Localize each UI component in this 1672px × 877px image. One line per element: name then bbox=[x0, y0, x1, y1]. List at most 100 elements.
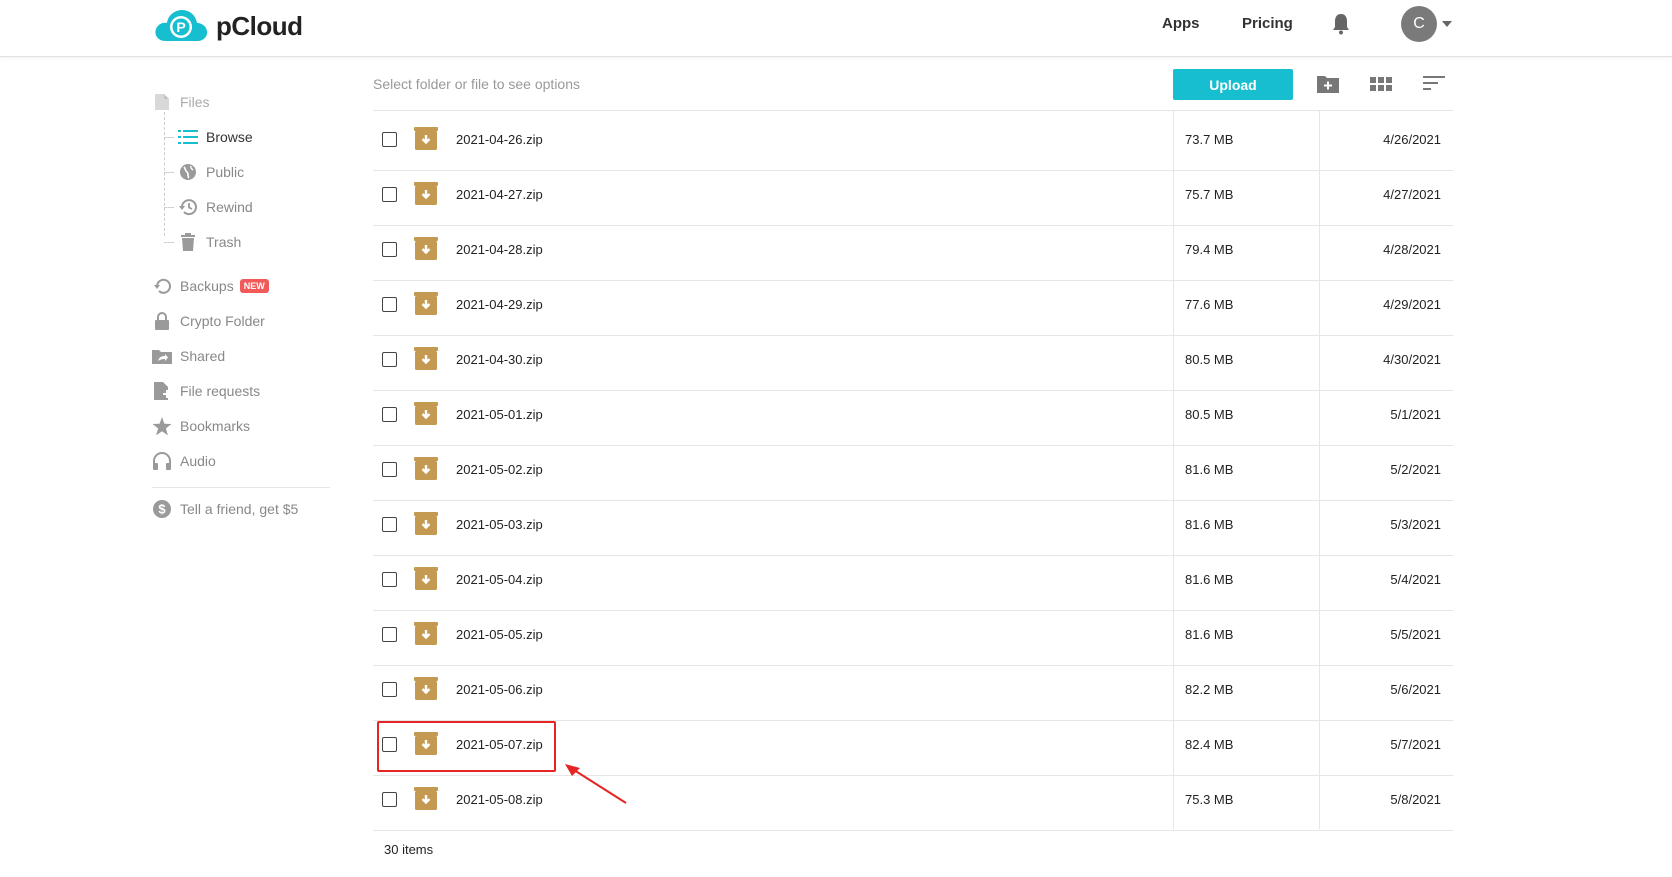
items-count: 30 items bbox=[384, 842, 434, 857]
file-size: 82.2 MB bbox=[1185, 682, 1234, 697]
row-checkbox[interactable] bbox=[382, 572, 397, 587]
svg-text:$: $ bbox=[158, 502, 166, 517]
brand-name: pCloud bbox=[216, 10, 303, 41]
file-size: 77.6 MB bbox=[1185, 297, 1234, 312]
file-date: 5/5/2021 bbox=[1390, 627, 1441, 642]
file-name[interactable]: 2021-05-02.zip bbox=[456, 462, 543, 477]
table-row[interactable]: 2021-04-27.zip 75.7 MB 4/27/2021 bbox=[373, 170, 1453, 226]
row-checkbox[interactable] bbox=[382, 792, 397, 807]
file-name[interactable]: 2021-05-01.zip bbox=[456, 407, 543, 422]
file-size: 82.4 MB bbox=[1185, 737, 1234, 752]
row-checkbox[interactable] bbox=[382, 682, 397, 697]
table-row[interactable]: 2021-04-30.zip 80.5 MB 4/30/2021 bbox=[373, 335, 1453, 391]
file-name[interactable]: 2021-04-28.zip bbox=[456, 242, 543, 257]
column-divider bbox=[1173, 110, 1174, 829]
row-checkbox[interactable] bbox=[382, 462, 397, 477]
row-checkbox[interactable] bbox=[382, 517, 397, 532]
sidebar-item-crypto-folder[interactable]: Crypto Folder bbox=[152, 311, 265, 331]
pcloud-logo[interactable]: P pCloud bbox=[152, 6, 303, 46]
row-checkbox[interactable] bbox=[382, 132, 397, 147]
file-name[interactable]: 2021-05-05.zip bbox=[456, 627, 543, 642]
file-date: 5/2/2021 bbox=[1390, 462, 1441, 477]
archive-icon bbox=[414, 622, 438, 645]
file-date: 4/30/2021 bbox=[1383, 352, 1441, 367]
file-size: 80.5 MB bbox=[1185, 407, 1234, 422]
sidebar-item-public[interactable]: Public bbox=[178, 162, 244, 182]
tree-branch bbox=[164, 242, 174, 243]
sidebar-item-audio[interactable]: Audio bbox=[152, 451, 216, 471]
row-checkbox[interactable] bbox=[382, 352, 397, 367]
bell-icon[interactable] bbox=[1329, 12, 1353, 36]
archive-icon bbox=[414, 457, 438, 480]
rewind-icon bbox=[178, 197, 198, 217]
sidebar-item-files[interactable]: Files bbox=[152, 92, 210, 112]
lock-icon bbox=[152, 311, 172, 331]
sidebar-item-label: Bookmarks bbox=[180, 418, 251, 434]
table-row[interactable]: 2021-04-28.zip 79.4 MB 4/28/2021 bbox=[373, 225, 1453, 281]
sidebar-item-backups[interactable]: Backups NEW bbox=[152, 276, 269, 296]
tree-line bbox=[164, 112, 166, 236]
table-row[interactable]: 2021-05-01.zip 80.5 MB 5/1/2021 bbox=[373, 390, 1453, 446]
file-size: 81.6 MB bbox=[1185, 572, 1234, 587]
grid-view-icon[interactable] bbox=[1369, 72, 1393, 96]
file-icon bbox=[152, 92, 172, 112]
chevron-down-icon[interactable] bbox=[1442, 21, 1452, 27]
file-date: 4/27/2021 bbox=[1383, 187, 1441, 202]
tree-branch bbox=[164, 172, 174, 173]
table-row[interactable]: 2021-05-02.zip 81.6 MB 5/2/2021 bbox=[373, 445, 1453, 501]
table-row[interactable]: 2021-04-29.zip 77.6 MB 4/29/2021 bbox=[373, 280, 1453, 336]
row-checkbox[interactable] bbox=[382, 627, 397, 642]
file-name[interactable]: 2021-04-30.zip bbox=[456, 352, 543, 367]
nav-pricing[interactable]: Pricing bbox=[1242, 15, 1293, 32]
file-size: 81.6 MB bbox=[1185, 462, 1234, 477]
archive-icon bbox=[414, 402, 438, 425]
file-date: 5/4/2021 bbox=[1390, 572, 1441, 587]
sidebar-item-browse[interactable]: Browse bbox=[178, 127, 253, 147]
sidebar-item-label: File requests bbox=[180, 383, 261, 399]
row-checkbox[interactable] bbox=[382, 297, 397, 312]
file-name[interactable]: 2021-04-27.zip bbox=[456, 187, 543, 202]
sidebar-item-label: Files bbox=[180, 94, 210, 110]
avatar[interactable]: C bbox=[1401, 6, 1437, 42]
sidebar-item-bookmarks[interactable]: Bookmarks bbox=[152, 416, 250, 436]
file-size: 80.5 MB bbox=[1185, 352, 1234, 367]
file-name[interactable]: 2021-05-04.zip bbox=[456, 572, 543, 587]
sidebar-item-trash[interactable]: Trash bbox=[178, 232, 241, 252]
file-name[interactable]: 2021-05-06.zip bbox=[456, 682, 543, 697]
table-row[interactable]: 2021-05-03.zip 81.6 MB 5/3/2021 bbox=[373, 500, 1453, 556]
file-name[interactable]: 2021-04-26.zip bbox=[456, 132, 543, 147]
file-size: 79.4 MB bbox=[1185, 242, 1234, 257]
svg-text:P: P bbox=[176, 19, 185, 35]
file-name[interactable]: 2021-05-03.zip bbox=[456, 517, 543, 532]
table-row[interactable]: 2021-05-08.zip 75.3 MB 5/8/2021 bbox=[373, 775, 1453, 831]
file-size: 73.7 MB bbox=[1185, 132, 1234, 147]
file-date: 5/3/2021 bbox=[1390, 517, 1441, 532]
list-icon bbox=[178, 127, 198, 147]
row-checkbox[interactable] bbox=[382, 187, 397, 202]
row-checkbox[interactable] bbox=[382, 407, 397, 422]
backup-icon bbox=[152, 276, 172, 296]
new-folder-icon[interactable] bbox=[1316, 72, 1340, 96]
sidebar-item-file-requests[interactable]: File requests bbox=[152, 381, 260, 401]
table-row[interactable]: 2021-04-26.zip 73.7 MB 4/26/2021 bbox=[373, 115, 1453, 171]
table-row[interactable]: 2021-05-06.zip 82.2 MB 5/6/2021 bbox=[373, 665, 1453, 721]
upload-button[interactable]: Upload bbox=[1173, 69, 1293, 100]
file-name[interactable]: 2021-05-08.zip bbox=[456, 792, 543, 807]
file-size: 75.7 MB bbox=[1185, 187, 1234, 202]
sidebar-item-rewind[interactable]: Rewind bbox=[178, 197, 253, 217]
sort-icon[interactable] bbox=[1422, 72, 1446, 96]
sidebar-divider bbox=[152, 487, 330, 488]
row-checkbox[interactable] bbox=[382, 242, 397, 257]
sidebar-item-shared[interactable]: Shared bbox=[152, 346, 225, 366]
headphones-icon bbox=[152, 451, 172, 471]
nav-apps[interactable]: Apps bbox=[1162, 15, 1200, 32]
sidebar-item-label: Public bbox=[206, 164, 245, 180]
sidebar-item-label: Backups bbox=[180, 278, 234, 294]
file-name[interactable]: 2021-04-29.zip bbox=[456, 297, 543, 312]
file-date: 5/6/2021 bbox=[1390, 682, 1441, 697]
table-row[interactable]: 2021-05-04.zip 81.6 MB 5/4/2021 bbox=[373, 555, 1453, 611]
table-row[interactable]: 2021-05-05.zip 81.6 MB 5/5/2021 bbox=[373, 610, 1453, 666]
sidebar-item-referral[interactable]: $ Tell a friend, get $5 bbox=[152, 499, 298, 519]
file-date: 5/7/2021 bbox=[1390, 737, 1441, 752]
annotation-highlight-box bbox=[377, 721, 556, 772]
